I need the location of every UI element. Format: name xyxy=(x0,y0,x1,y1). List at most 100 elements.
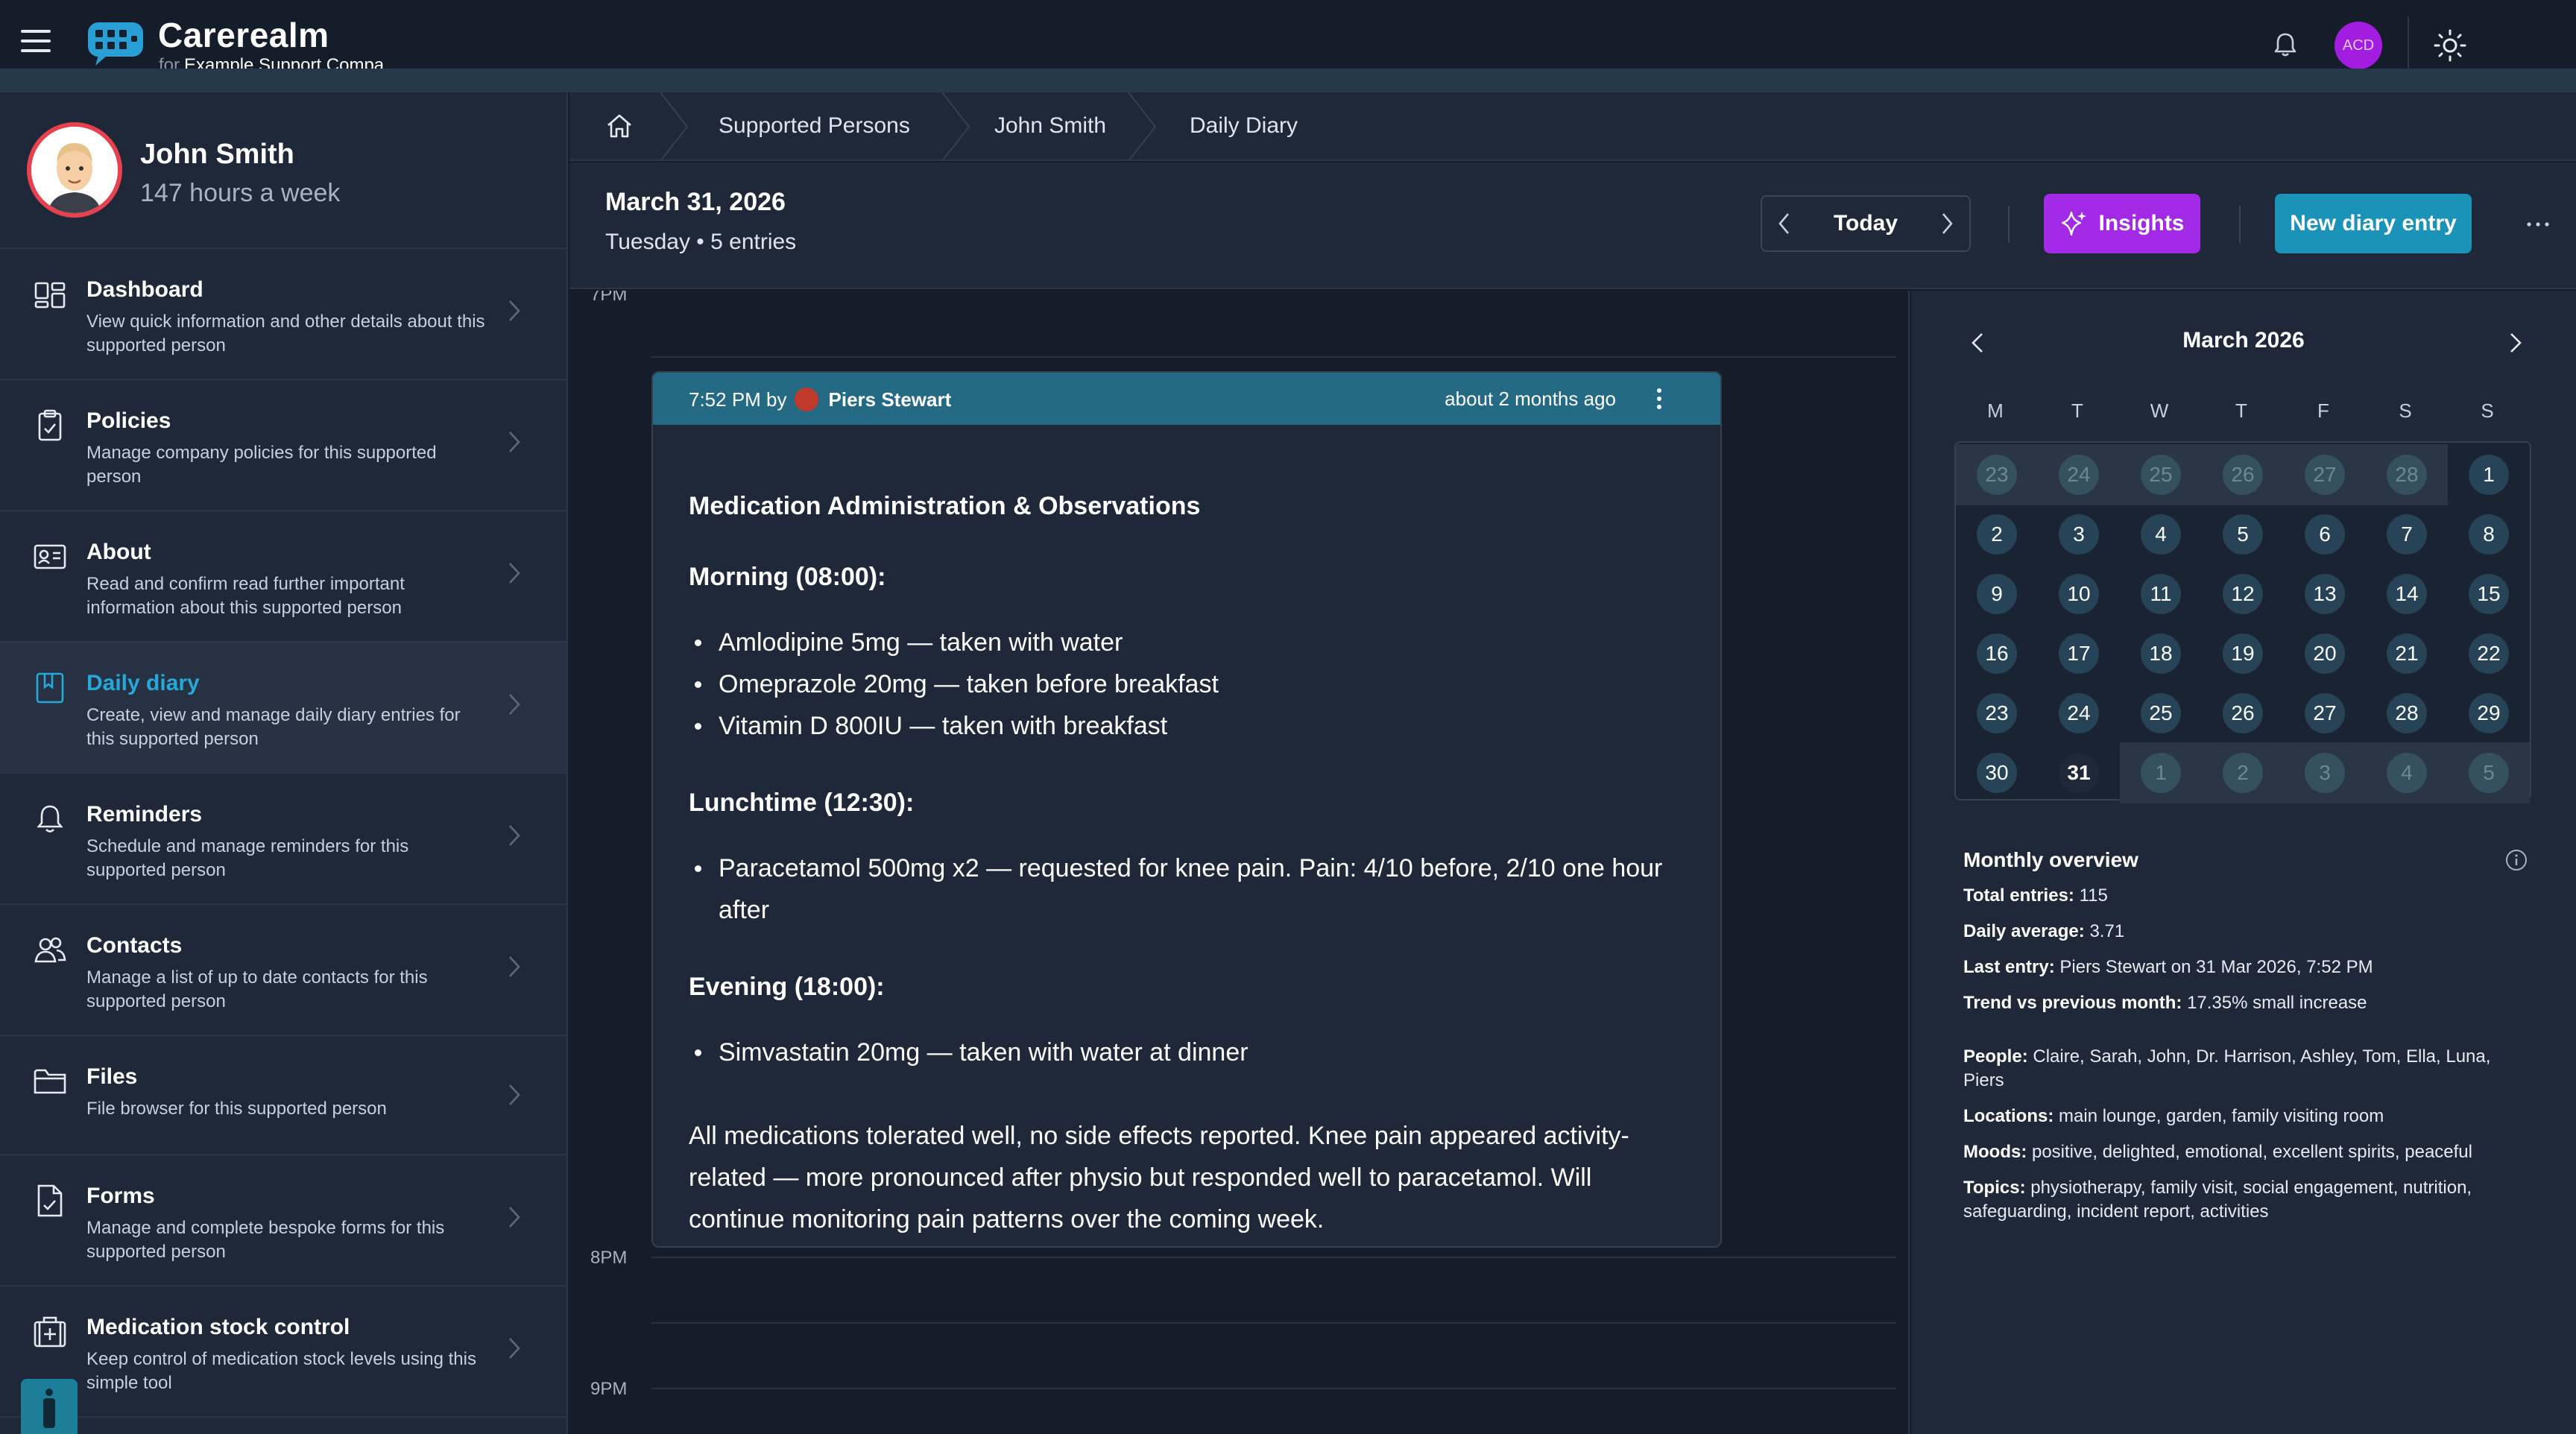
insights-button[interactable]: Insights xyxy=(2044,194,2200,253)
overview-people: People: Claire, Sarah, John, Dr. Harriso… xyxy=(1963,1045,2530,1093)
overview-value: Piers Stewart on 31 Mar 2026, 7:52 PM xyxy=(2059,957,2373,977)
hamburger-menu-icon[interactable] xyxy=(21,30,51,52)
calendar-day[interactable]: 16 xyxy=(1956,623,2038,684)
theme-toggle-sun-icon[interactable] xyxy=(2431,27,2469,64)
entry-author[interactable]: Piers Stewart xyxy=(829,388,952,411)
next-day-button[interactable] xyxy=(1925,197,1969,250)
calendar-day[interactable]: 19 xyxy=(2202,623,2284,684)
calendar-day[interactable]: 24 xyxy=(2038,444,2120,505)
list-item: Omeprazole 20mg — taken before breakfast xyxy=(689,663,1685,705)
calendar-day[interactable]: 14 xyxy=(2366,563,2448,625)
brand-name: Carerealm xyxy=(158,16,329,54)
sidebar-item-forms[interactable]: Forms Manage and complete bespoke forms … xyxy=(0,1155,566,1286)
calendar-day[interactable]: 1 xyxy=(2120,742,2202,803)
calendar-day[interactable]: 28 xyxy=(2366,683,2448,744)
calendar-day[interactable]: 21 xyxy=(2366,623,2448,684)
previous-day-button[interactable] xyxy=(1762,197,1807,250)
entry-header: 7:52 PM by Piers Stewart about 2 months … xyxy=(653,373,1720,425)
calendar-day[interactable]: 11 xyxy=(2120,563,2202,625)
sidebar-item-contacts[interactable]: Contacts Manage a list of up to date con… xyxy=(0,905,566,1036)
calendar-day[interactable]: 22 xyxy=(2448,623,2530,684)
calendar-day[interactable]: 25 xyxy=(2120,683,2202,744)
sidebar-item-medication-stock[interactable]: Medication stock control Keep control of… xyxy=(0,1286,566,1418)
notifications-bell-icon[interactable] xyxy=(2270,30,2300,60)
calendar-day[interactable]: 1 xyxy=(2448,444,2530,505)
calendar-day[interactable]: 23 xyxy=(1956,683,2038,744)
calendar-day[interactable]: 29 xyxy=(2448,683,2530,744)
calendar-day[interactable]: 15 xyxy=(2448,563,2530,625)
sidebar-item-reminders[interactable]: Reminders Schedule and manage reminders … xyxy=(0,774,566,905)
calendar-day-number: 28 xyxy=(2387,693,2427,733)
chevron-right-icon xyxy=(509,300,520,321)
calendar-day-number: 3 xyxy=(2305,753,2345,793)
entry-body: Medication Administration & Observations… xyxy=(653,492,1720,1240)
new-diary-entry-button[interactable]: New diary entry xyxy=(2275,194,2472,253)
diary-entry-card[interactable]: 7:52 PM by Piers Stewart about 2 months … xyxy=(651,371,1722,1248)
calendar-day[interactable]: 25 xyxy=(2120,444,2202,505)
top-bar-strip xyxy=(0,69,2576,92)
today-button[interactable]: Today xyxy=(1807,211,1925,236)
help-tab-button[interactable] xyxy=(21,1379,78,1434)
calendar-day[interactable]: 27 xyxy=(2284,444,2366,505)
info-icon[interactable] xyxy=(2504,848,2528,872)
sidebar-item-daily-diary[interactable]: Daily diary Create, view and manage dail… xyxy=(0,642,566,774)
sidebar-item-title: Contacts xyxy=(86,933,183,958)
home-icon[interactable] xyxy=(605,112,634,140)
calendar-day[interactable]: 18 xyxy=(2120,623,2202,684)
list-item: Amlodipine 5mg — taken with water xyxy=(689,622,1685,663)
sidebar-item-title: Forms xyxy=(86,1184,155,1208)
sidebar: John Smith 147 hours a week Dashboard Vi… xyxy=(0,92,568,1434)
calendar-day[interactable]: 2 xyxy=(2202,742,2284,803)
carerealm-logo-icon xyxy=(88,22,143,66)
calendar-day[interactable]: 26 xyxy=(2202,444,2284,505)
calendar-day[interactable]: 10 xyxy=(2038,563,2120,625)
calendar-day-today[interactable]: 31 xyxy=(2038,742,2120,803)
help-icon xyxy=(43,1389,55,1428)
calendar-day[interactable]: 17 xyxy=(2038,623,2120,684)
calendar-day[interactable]: 8 xyxy=(2448,504,2530,565)
calendar-day[interactable]: 5 xyxy=(2448,742,2530,803)
calendar-day-number: 23 xyxy=(1977,693,2017,733)
sidebar-item-files[interactable]: Files File browser for this supported pe… xyxy=(0,1036,566,1155)
kebab-menu-icon[interactable] xyxy=(1652,385,1667,413)
sidebar-item-policies[interactable]: Policies Manage company policies for thi… xyxy=(0,380,566,511)
sidebar-item-about[interactable]: About Read and confirm read further impo… xyxy=(0,511,566,642)
calendar-weekday-label: F xyxy=(2317,399,2329,422)
monthly-overview-title: Monthly overview xyxy=(1963,848,2138,871)
calendar-day-number: 12 xyxy=(2223,574,2263,614)
calendar-day[interactable]: 5 xyxy=(2202,504,2284,565)
calendar-day[interactable]: 20 xyxy=(2284,623,2366,684)
calendar-next-month-icon[interactable] xyxy=(2500,328,2530,358)
breadcrumb-daily-diary[interactable]: Daily Diary xyxy=(1190,113,1298,139)
calendar-day-number: 23 xyxy=(1977,455,2017,495)
more-options-icon[interactable] xyxy=(2519,206,2557,243)
calendar-day[interactable]: 7 xyxy=(2366,504,2448,565)
calendar-day[interactable]: 2 xyxy=(1956,504,2038,565)
breadcrumb-john-smith[interactable]: John Smith xyxy=(994,113,1106,139)
calendar-day-number: 8 xyxy=(2469,514,2509,555)
sidebar-item-dashboard[interactable]: Dashboard View quick information and oth… xyxy=(0,249,566,380)
calendar-day[interactable]: 6 xyxy=(2284,504,2366,565)
calendar-day[interactable]: 30 xyxy=(1956,742,2038,803)
book-icon xyxy=(36,672,64,704)
entry-time-ago: about 2 months ago xyxy=(1445,388,1616,410)
breadcrumb-supported-persons[interactable]: Supported Persons xyxy=(719,113,910,139)
calendar-day[interactable]: 13 xyxy=(2284,563,2366,625)
calendar-day[interactable]: 12 xyxy=(2202,563,2284,625)
calendar-day[interactable]: 3 xyxy=(2284,742,2366,803)
calendar-day[interactable]: 24 xyxy=(2038,683,2120,744)
calendar-weekday-label: M xyxy=(1987,399,2004,422)
calendar-day[interactable]: 9 xyxy=(1956,563,2038,625)
breadcrumb-separator xyxy=(1128,92,1157,161)
calendar-day[interactable]: 3 xyxy=(2038,504,2120,565)
calendar-day[interactable]: 28 xyxy=(2366,444,2448,505)
calendar-day[interactable]: 4 xyxy=(2120,504,2202,565)
calendar-day-number: 6 xyxy=(2305,514,2345,555)
user-avatar[interactable]: ACD xyxy=(2334,22,2382,69)
calendar-day[interactable]: 27 xyxy=(2284,683,2366,744)
calendar-day[interactable]: 23 xyxy=(1956,444,2038,505)
chevron-right-icon xyxy=(509,694,520,715)
calendar-day[interactable]: 4 xyxy=(2366,742,2448,803)
calendar-day[interactable]: 26 xyxy=(2202,683,2284,744)
diary-timeline[interactable]: 7PM 7:52 PM by Piers Stewart about 2 mon… xyxy=(569,291,1910,1434)
